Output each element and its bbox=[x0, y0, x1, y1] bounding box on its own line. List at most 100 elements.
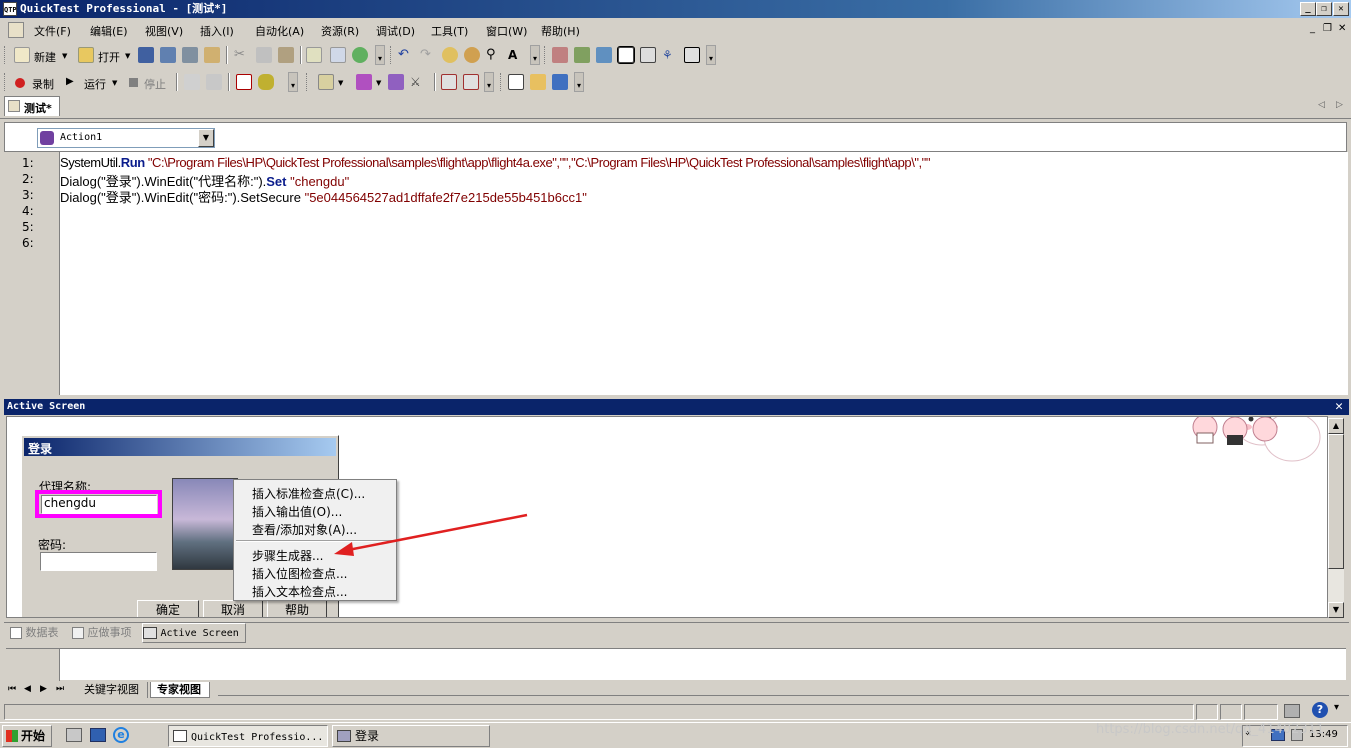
restore-button[interactable]: ❐ bbox=[1316, 2, 1332, 16]
toolbar-overflow-icon[interactable]: ▾ bbox=[574, 72, 584, 92]
keyboard-icon[interactable] bbox=[1284, 704, 1300, 718]
cancel-button[interactable]: 取消 bbox=[203, 600, 263, 617]
action-selector[interactable]: Action1 ▼ bbox=[37, 128, 215, 148]
menu-debug[interactable]: 调试(D) bbox=[376, 23, 415, 39]
qtp-app-icon[interactable]: QTP bbox=[3, 2, 17, 16]
low-level-recording-icon[interactable] bbox=[206, 74, 222, 90]
scroll-up-icon[interactable]: ▲ bbox=[1328, 418, 1344, 434]
toolbar-grip[interactable] bbox=[500, 73, 503, 91]
run-icon[interactable]: ▶ bbox=[66, 76, 74, 87]
information-icon[interactable] bbox=[684, 47, 700, 63]
record-button-label[interactable]: 录制 bbox=[32, 76, 54, 92]
toolbar-overflow-icon[interactable]: ▾ bbox=[375, 45, 385, 65]
refresh-icon[interactable] bbox=[352, 47, 368, 63]
open-button-label[interactable]: 打开 bbox=[98, 49, 120, 65]
show-desktop-icon[interactable] bbox=[90, 728, 106, 742]
action-list-icon[interactable] bbox=[508, 74, 524, 90]
function-icon[interactable] bbox=[356, 74, 372, 90]
action-properties-icon[interactable] bbox=[552, 74, 568, 90]
mdi-close-button[interactable]: ✕ bbox=[1338, 23, 1346, 34]
agent-name-field[interactable]: chengdu bbox=[41, 495, 157, 514]
save-icon[interactable] bbox=[138, 47, 154, 63]
menu-resources[interactable]: 资源(R) bbox=[321, 23, 359, 39]
insert-step-dropdown-icon[interactable]: ▼ bbox=[338, 79, 343, 87]
redo-icon[interactable]: ↷ bbox=[420, 47, 436, 63]
step-over-icon[interactable] bbox=[463, 74, 479, 90]
tab-test[interactable]: 测试* bbox=[4, 96, 60, 116]
copy-icon[interactable] bbox=[256, 47, 272, 63]
active-screen-scrollbar[interactable]: ▲ ▼ bbox=[1328, 418, 1344, 618]
toolbar-grip[interactable] bbox=[4, 73, 7, 91]
active-screen-icon[interactable] bbox=[640, 47, 656, 63]
undo-icon[interactable]: ↶ bbox=[398, 47, 414, 63]
tree-view-icon[interactable] bbox=[552, 47, 568, 63]
open-dropdown-icon[interactable]: ▼ bbox=[125, 52, 130, 60]
close-icon[interactable]: ✕ bbox=[1335, 399, 1343, 415]
toolbar-overflow-icon[interactable]: ▾ bbox=[530, 45, 540, 65]
menu-tools[interactable]: 工具(T) bbox=[431, 23, 468, 39]
open-icon[interactable] bbox=[78, 47, 94, 63]
print-icon[interactable] bbox=[182, 47, 198, 63]
menu-automation[interactable]: 自动化(A) bbox=[255, 23, 304, 39]
password-field[interactable] bbox=[40, 552, 157, 571]
menu-item-insert-output-value[interactable]: 插入输出值(O)... bbox=[252, 503, 342, 520]
cut-icon[interactable]: ✂ bbox=[234, 47, 250, 63]
minimize-button[interactable]: _ bbox=[1300, 2, 1316, 16]
open-action-icon[interactable] bbox=[530, 74, 546, 90]
insert-step-icon[interactable] bbox=[318, 74, 334, 90]
object-repository-icon[interactable] bbox=[574, 47, 590, 63]
toolbar-grip[interactable] bbox=[306, 73, 309, 91]
data-table-icon[interactable] bbox=[617, 46, 635, 64]
debug-viewer-icon[interactable]: ⚘ bbox=[662, 47, 678, 63]
scroll-down-icon[interactable]: ▼ bbox=[1328, 602, 1344, 618]
new-button-label[interactable]: 新建 bbox=[34, 49, 56, 65]
chevron-down-icon[interactable]: ▼ bbox=[198, 129, 214, 147]
menu-item-insert-bitmap-checkpoint[interactable]: 插入位图检查点... bbox=[252, 565, 347, 582]
run-dropdown-icon[interactable]: ▼ bbox=[112, 79, 117, 87]
document-icon[interactable] bbox=[8, 22, 24, 38]
toolbar-grip[interactable] bbox=[390, 46, 393, 64]
task-quicktest[interactable]: QuickTest Professio... bbox=[168, 725, 328, 747]
clear-breakpoints-icon[interactable]: ⚔ bbox=[410, 74, 426, 90]
step-into-icon[interactable] bbox=[441, 74, 457, 90]
menu-window[interactable]: 窗口(W) bbox=[486, 23, 527, 39]
output-value-icon[interactable] bbox=[258, 74, 274, 90]
tab-expert-view[interactable]: 专家视图 bbox=[150, 682, 210, 698]
toolbar-overflow-icon[interactable]: ▾ bbox=[706, 45, 716, 65]
tab-todo[interactable]: 应做事项 bbox=[72, 624, 132, 644]
menu-item-step-generator[interactable]: 步骤生成器... bbox=[252, 547, 323, 564]
save-all-icon[interactable] bbox=[160, 47, 176, 63]
stop-button-label[interactable]: 停止 bbox=[144, 76, 166, 92]
help-icon[interactable]: ? bbox=[1312, 702, 1328, 718]
toolbar-grip[interactable] bbox=[544, 46, 547, 64]
next-page-icon[interactable]: ▶ bbox=[40, 682, 47, 698]
code-line[interactable]: SystemUtil.Run "C:\Program Files\HP\Quic… bbox=[60, 155, 930, 170]
comment-icon[interactable] bbox=[442, 47, 458, 63]
mdi-minimize-button[interactable]: _ bbox=[1310, 23, 1315, 34]
code-line[interactable]: Dialog("登录").WinEdit("密码:").SetSecure "5… bbox=[60, 187, 587, 206]
uncomment-icon[interactable] bbox=[464, 47, 480, 63]
print-preview-icon[interactable] bbox=[204, 47, 220, 63]
prev-page-icon[interactable]: ◀ bbox=[24, 682, 31, 698]
record-icon[interactable] bbox=[15, 78, 25, 88]
start-button[interactable]: 开始 bbox=[2, 725, 52, 747]
tab-scroll-right-icon[interactable]: ▷ bbox=[1336, 100, 1343, 110]
help-button[interactable]: 帮助 bbox=[267, 600, 327, 617]
stop-icon[interactable] bbox=[129, 78, 138, 87]
new-dropdown-icon[interactable]: ▼ bbox=[62, 52, 67, 60]
menu-view[interactable]: 视图(V) bbox=[145, 23, 183, 39]
find-icon[interactable]: ⚲ bbox=[486, 47, 502, 63]
tab-data-table[interactable]: 数据表 bbox=[10, 624, 59, 644]
mdi-restore-button[interactable]: ❐ bbox=[1323, 23, 1332, 34]
close-button[interactable]: ✕ bbox=[1333, 2, 1349, 16]
menu-item-insert-standard-checkpoint[interactable]: 插入标准检查点(C)... bbox=[252, 485, 365, 502]
run-button-label[interactable]: 运行 bbox=[84, 76, 106, 92]
menu-item-insert-text-checkpoint[interactable]: 插入文本检查点... bbox=[252, 583, 347, 600]
properties-icon[interactable] bbox=[330, 47, 346, 63]
step-generator-icon[interactable] bbox=[388, 74, 404, 90]
analog-recording-icon[interactable] bbox=[184, 74, 200, 90]
task-login[interactable]: 登录 bbox=[332, 725, 490, 747]
replace-icon[interactable]: A bbox=[508, 47, 524, 63]
tab-keyword-view[interactable]: 关键字视图 bbox=[74, 682, 148, 698]
menu-file[interactable]: 文件(F) bbox=[34, 23, 71, 39]
